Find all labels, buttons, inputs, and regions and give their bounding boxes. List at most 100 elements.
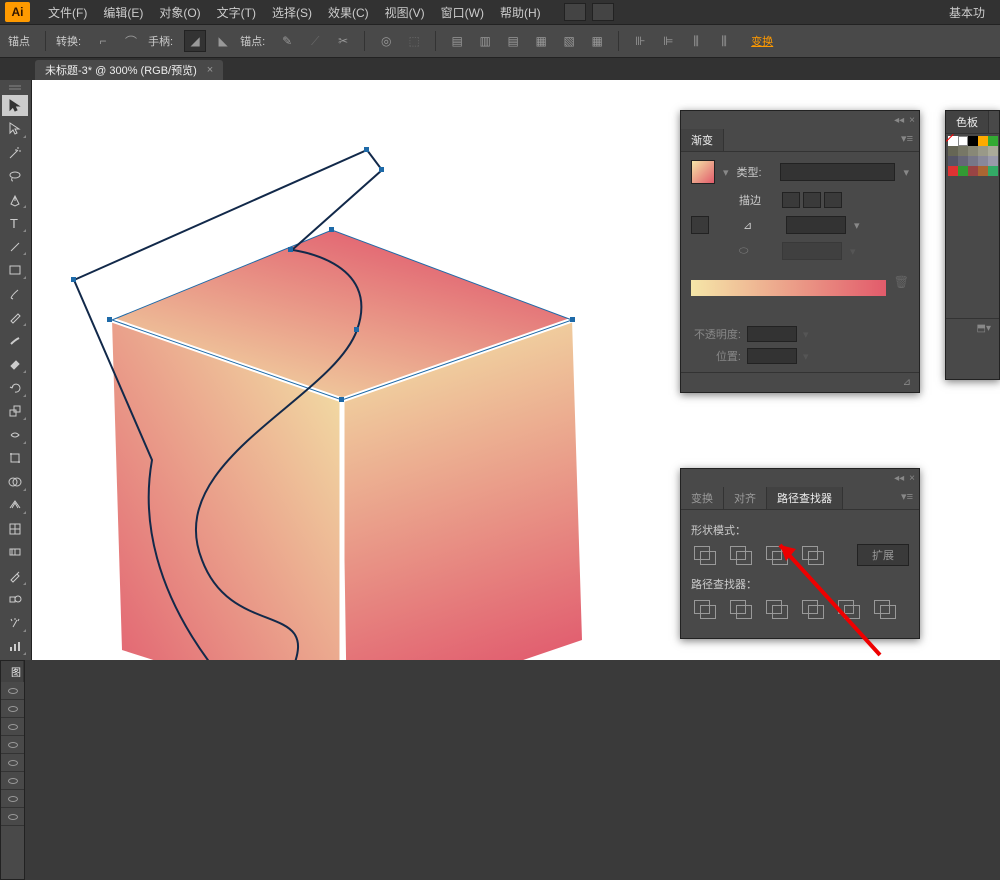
free-transform-tool[interactable] — [2, 448, 28, 470]
shape-builder-tool[interactable] — [2, 471, 28, 493]
menu-effect[interactable]: 效果(C) — [320, 1, 377, 24]
swatch[interactable] — [978, 146, 988, 156]
dropdown-arrow-icon[interactable]: ▾ — [903, 166, 909, 179]
swatch[interactable] — [978, 156, 988, 166]
mesh-tool[interactable] — [2, 518, 28, 540]
swatch[interactable] — [988, 136, 998, 146]
swatch[interactable] — [958, 166, 968, 176]
angle-input[interactable] — [786, 216, 846, 234]
pencil-tool[interactable] — [2, 306, 28, 328]
stroke-type-3-icon[interactable] — [824, 192, 842, 208]
menu-edit[interactable]: 编辑(E) — [95, 1, 151, 24]
isolate-icon[interactable]: ◎ — [375, 30, 397, 52]
layer-visibility[interactable] — [1, 682, 24, 700]
gradient-panel[interactable]: ◂◂ × 渐变 ▾≡ ▾ 类型: ▾ 描边 ⊿ ▾ — [680, 110, 920, 393]
opacity-input[interactable] — [747, 326, 797, 342]
swatch[interactable] — [958, 146, 968, 156]
transform-tab[interactable]: 变换 — [681, 487, 724, 509]
align-right-icon[interactable]: ▤ — [502, 30, 524, 52]
dropdown-arrow-icon[interactable]: ▾ — [723, 166, 729, 179]
swatch[interactable] — [978, 136, 988, 146]
rectangle-tool[interactable] — [2, 259, 28, 281]
panel-collapse-icon[interactable]: ◂◂ — [894, 473, 904, 484]
minus-back-icon[interactable] — [871, 598, 897, 620]
handle-show-icon[interactable]: ◢ — [184, 30, 206, 52]
swatch[interactable] — [958, 156, 968, 166]
expand-button[interactable]: 扩展 — [857, 544, 909, 566]
distribute-v-icon[interactable]: ⊫ — [657, 30, 679, 52]
divide-icon[interactable] — [691, 598, 717, 620]
align-tab[interactable]: 对齐 — [724, 487, 767, 509]
blend-tool[interactable] — [2, 589, 28, 611]
gradient-type-select[interactable] — [780, 163, 896, 181]
pen-tool[interactable] — [2, 189, 28, 211]
lasso-tool[interactable] — [2, 165, 28, 187]
exclude-icon[interactable] — [799, 544, 825, 566]
gradient-swatch[interactable] — [691, 160, 715, 184]
transform-link[interactable]: 变换 — [751, 33, 773, 49]
layer-visibility[interactable] — [1, 700, 24, 718]
stroke-type-1-icon[interactable] — [782, 192, 800, 208]
swatch[interactable] — [978, 166, 988, 176]
swatch[interactable] — [988, 146, 998, 156]
unite-icon[interactable] — [691, 544, 717, 566]
width-tool[interactable] — [2, 424, 28, 446]
align-left-icon[interactable]: ▤ — [446, 30, 468, 52]
swatch[interactable] — [968, 146, 978, 156]
panel-menu-icon[interactable]: ▾≡ — [895, 487, 919, 509]
reverse-gradient-icon[interactable] — [691, 216, 709, 234]
distribute-space-v-icon[interactable]: ⫼ — [713, 30, 735, 52]
toolbox-handle[interactable] — [2, 83, 28, 93]
panel-close-icon[interactable]: × — [909, 115, 915, 126]
dropdown-arrow-icon[interactable]: ▾ — [854, 219, 860, 232]
arrange-icon[interactable] — [592, 3, 614, 21]
layer-visibility[interactable] — [1, 772, 24, 790]
workspace-switcher[interactable]: 基本功 — [939, 2, 995, 23]
aspect-input[interactable] — [782, 242, 842, 260]
eraser-tool[interactable] — [2, 353, 28, 375]
swatch-none[interactable] — [948, 136, 958, 146]
align-top-icon[interactable]: ▦ — [530, 30, 552, 52]
panel-resize-icon[interactable]: ⊿ — [903, 377, 911, 388]
swatch[interactable] — [968, 136, 978, 146]
convert-smooth-icon[interactable]: ⌒ — [120, 30, 142, 52]
gradient-stops[interactable] — [691, 296, 909, 320]
pathfinder-tab[interactable]: 路径查找器 — [767, 487, 843, 509]
selection-tool[interactable] — [2, 95, 28, 117]
swatch[interactable] — [948, 166, 958, 176]
swatch[interactable] — [948, 156, 958, 166]
remove-anchor-icon[interactable]: ✎ — [276, 30, 298, 52]
intersect-icon[interactable] — [763, 544, 789, 566]
swatch-menu-icon[interactable]: ⬒▾ — [977, 323, 991, 334]
rotate-tool[interactable] — [2, 377, 28, 399]
layers-tab[interactable]: 图 — [1, 661, 24, 682]
menu-file[interactable]: 文件(F) — [40, 1, 95, 24]
menu-select[interactable]: 选择(S) — [264, 1, 320, 24]
menu-help[interactable]: 帮助(H) — [492, 1, 549, 24]
layer-visibility[interactable] — [1, 808, 24, 826]
align-vcenter-icon[interactable]: ▧ — [558, 30, 580, 52]
dropdown-arrow-icon[interactable]: ▾ — [803, 328, 809, 341]
dropdown-arrow-icon[interactable]: ▾ — [803, 350, 809, 363]
cut-path-icon[interactable]: ✂ — [332, 30, 354, 52]
direct-selection-tool[interactable] — [2, 118, 28, 140]
stroke-type-2-icon[interactable] — [803, 192, 821, 208]
handle-hide-icon[interactable]: ◣ — [212, 30, 234, 52]
bridge-icon[interactable] — [564, 3, 586, 21]
type-tool[interactable]: T — [2, 212, 28, 234]
align-hcenter-icon[interactable]: ▥ — [474, 30, 496, 52]
menu-window[interactable]: 窗口(W) — [433, 1, 492, 24]
menu-view[interactable]: 视图(V) — [377, 1, 433, 24]
layer-visibility[interactable] — [1, 790, 24, 808]
layer-visibility[interactable] — [1, 736, 24, 754]
menu-type[interactable]: 文字(T) — [209, 1, 264, 24]
align-bottom-icon[interactable]: ▦ — [586, 30, 608, 52]
convert-corner-icon[interactable]: ⌐ — [92, 30, 114, 52]
magic-wand-tool[interactable] — [2, 142, 28, 164]
swatches-tab[interactable]: 色板 — [946, 111, 989, 133]
layer-visibility[interactable] — [1, 718, 24, 736]
trim-icon[interactable] — [727, 598, 753, 620]
crop-icon[interactable] — [799, 598, 825, 620]
minus-front-icon[interactable] — [727, 544, 753, 566]
eyedropper-tool[interactable] — [2, 565, 28, 587]
